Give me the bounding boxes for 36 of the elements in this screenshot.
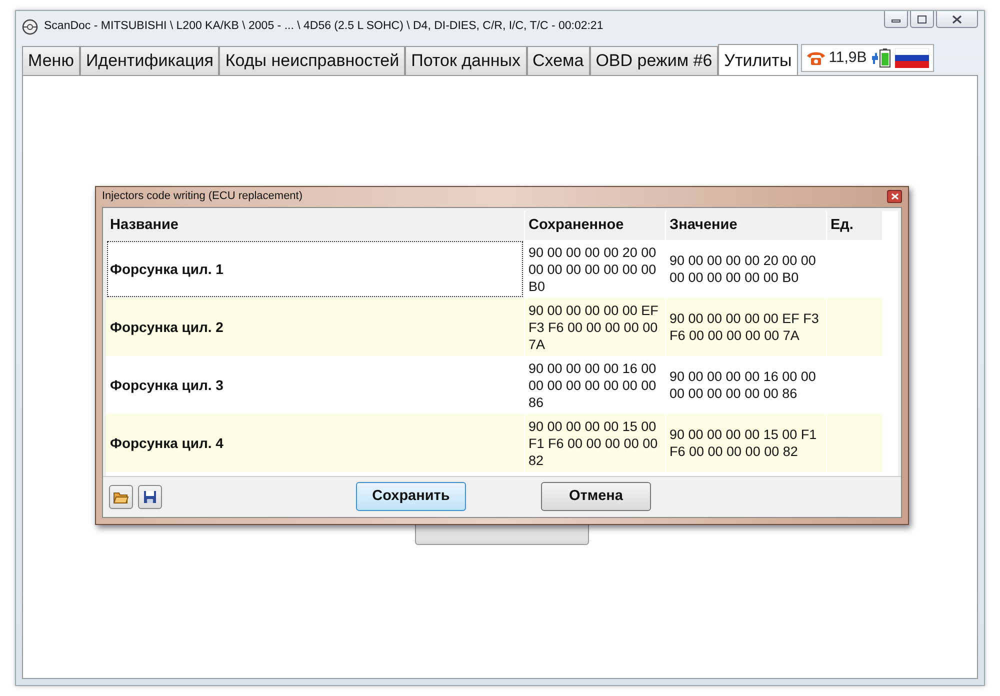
tab[interactable]: Поток данных	[405, 46, 527, 74]
name-cell[interactable]: Форсунка цил. 2	[106, 298, 524, 356]
close-button[interactable]	[936, 11, 978, 28]
tab[interactable]: OBD режим #6	[590, 46, 718, 74]
window-title: ScanDoc - MITSUBISHI \ L200 KA/KB \ 2005 - ... \ 4D56 (2.5 L SOHC) \ D4, DI-DIES, C/R, I/C, T/C - 00:02:21	[44, 19, 604, 34]
open-folder-button[interactable]	[109, 484, 133, 508]
close-icon	[890, 193, 898, 200]
save-icon-button[interactable]	[138, 484, 162, 508]
column-header[interactable]: Ед.	[826, 210, 882, 240]
save-button[interactable]: Сохранить	[356, 482, 466, 511]
column-header[interactable]: Значение	[665, 210, 826, 240]
saved-value-cell: 90 00 00 00 00 15 00 F1 F6 00 00 00 00 00 82	[524, 414, 665, 472]
tab[interactable]: Коды неисправностей	[219, 46, 406, 74]
phone-icon	[806, 50, 826, 66]
column-header[interactable]: Сохраненное	[524, 210, 665, 240]
app-icon	[22, 19, 38, 35]
folder-icon	[113, 490, 129, 504]
tab[interactable]: Меню	[22, 46, 80, 74]
battery-plug-icon	[870, 48, 892, 68]
close-icon	[952, 14, 962, 24]
dialog-title: Injectors code writing (ECU replacement)	[102, 189, 303, 204]
value-cell: 90 00 00 00 00 15 00 F1 F6 00 00 00 00 00 82	[665, 414, 826, 472]
cancel-button[interactable]: Отмена	[541, 482, 651, 511]
maximize-icon	[917, 14, 927, 24]
name-cell[interactable]: Форсунка цил. 4	[106, 414, 524, 472]
tab[interactable]: Идентификация	[80, 46, 220, 74]
minimize-button[interactable]	[884, 11, 908, 28]
close-button[interactable]	[887, 190, 902, 203]
saved-value-cell: 90 00 00 00 00 00 EF F3 F6 00 00 00 00 00 7A	[524, 298, 665, 356]
maximize-button[interactable]	[910, 11, 934, 28]
tab[interactable]: Схема	[526, 46, 590, 74]
column-header[interactable]: Название	[106, 210, 524, 240]
voltage-text: 11,9В	[828, 48, 867, 68]
tab[interactable]: Утилиты	[718, 44, 798, 74]
value-cell: 90 00 00 00 00 00 EF F3 F6 00 00 00 00 00 7A	[665, 298, 826, 356]
flag-icon	[894, 48, 929, 68]
